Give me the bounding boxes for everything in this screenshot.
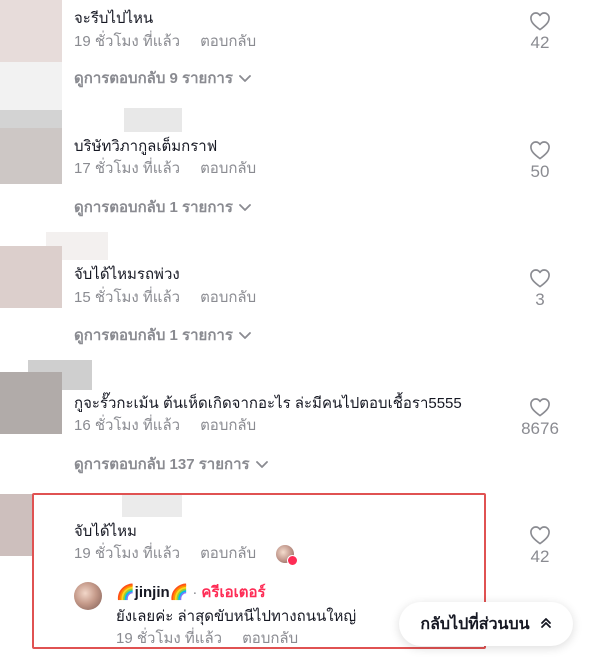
chevron-down-icon bbox=[255, 455, 268, 475]
comment-text: จับได้ไหมรถพ่วง bbox=[74, 266, 180, 283]
comment-meta: 19 ชั่วโมง ที่แล้ว ตอบกลับ bbox=[74, 32, 256, 52]
avatar[interactable] bbox=[0, 128, 62, 184]
comment-text: จับได้ไหม bbox=[74, 523, 137, 540]
reply-button[interactable]: ตอบกลับ bbox=[200, 545, 256, 562]
chevron-down-icon bbox=[238, 69, 251, 89]
comment-time: 17 ชั่วโมง ที่แล้ว bbox=[74, 160, 181, 177]
view-replies-button[interactable]: ดูการตอบกลับ 1 รายการ bbox=[74, 326, 251, 346]
view-replies-label: ดูการตอบกลับ 1 รายการ bbox=[74, 327, 233, 344]
like-count: 42 bbox=[530, 547, 550, 566]
creator-avatar[interactable] bbox=[74, 582, 102, 610]
back-to-top-button[interactable]: กลับไปที่ส่วนบน bbox=[399, 602, 573, 646]
avatar[interactable] bbox=[0, 372, 62, 434]
like-count: 50 bbox=[530, 162, 550, 181]
reply-time: 19 ชั่วโมง ที่แล้ว bbox=[116, 630, 223, 647]
avatar bbox=[124, 108, 182, 132]
chevron-down-icon bbox=[238, 326, 251, 346]
heart-icon bbox=[530, 526, 550, 545]
reply-button[interactable]: ตอบกลับ bbox=[200, 33, 256, 50]
reply-button[interactable]: ตอบกลับ bbox=[242, 630, 298, 647]
avatar bbox=[0, 62, 62, 110]
heart-icon bbox=[530, 141, 550, 160]
chevrons-up-icon bbox=[540, 617, 552, 632]
like-button[interactable]: 8676 bbox=[510, 397, 570, 439]
chevron-down-icon bbox=[238, 198, 251, 218]
reply-button[interactable]: ตอบกลับ bbox=[200, 417, 256, 434]
reply-button[interactable]: ตอบกลับ bbox=[200, 289, 256, 306]
view-replies-label: ดูการตอบกลับ 137 รายการ bbox=[74, 456, 250, 473]
separator: · bbox=[192, 584, 198, 601]
like-button[interactable]: 42 bbox=[510, 525, 570, 567]
comment-text: กูจะรั๊วกะเม้น ต้นเห็ดเกิดจากอะไร ล่ะมีค… bbox=[74, 395, 462, 412]
like-button[interactable]: 50 bbox=[510, 140, 570, 182]
comment-time: 15 ชั่วโมง ที่แล้ว bbox=[74, 289, 181, 306]
creator-badge: ครีเอเตอร์ bbox=[201, 584, 266, 601]
reply-button[interactable]: ตอบกลับ bbox=[200, 160, 256, 177]
comment-meta: 16 ชั่วโมง ที่แล้ว ตอบกลับ bbox=[74, 416, 256, 436]
view-replies-button[interactable]: ดูการตอบกลับ 137 รายการ bbox=[74, 455, 268, 475]
comment-meta: 19 ชั่วโมง ที่แล้ว ตอบกลับ bbox=[74, 544, 256, 564]
comment-meta: 15 ชั่วโมง ที่แล้ว ตอบกลับ bbox=[74, 288, 256, 308]
creator-heart-badge-icon bbox=[287, 555, 298, 566]
heart-icon bbox=[530, 398, 550, 417]
back-to-top-label: กลับไปที่ส่วนบน bbox=[420, 615, 530, 633]
heart-icon bbox=[530, 269, 550, 288]
like-count: 42 bbox=[530, 33, 550, 52]
like-button[interactable]: 3 bbox=[510, 268, 570, 310]
like-count: 8676 bbox=[521, 419, 559, 438]
view-replies-label: ดูการตอบกลับ 9 รายการ bbox=[74, 70, 233, 87]
avatar[interactable] bbox=[0, 494, 34, 556]
comment-text: บริษัทวิภากูลเต็มกราฟ bbox=[74, 138, 218, 155]
comment-text: จะรีบไปไหน bbox=[74, 10, 154, 27]
comment-time: 19 ชั่วโมง ที่แล้ว bbox=[74, 33, 181, 50]
view-replies-button[interactable]: ดูการตอบกลับ 1 รายการ bbox=[74, 198, 251, 218]
creator-name-line: 🌈jinjin🌈 · ครีเอเตอร์ bbox=[116, 583, 266, 603]
comment-meta: 17 ชั่วโมง ที่แล้ว ตอบกลับ bbox=[74, 159, 256, 179]
comment-time: 16 ชั่วโมง ที่แล้ว bbox=[74, 417, 181, 434]
creator-reply-meta: 19 ชั่วโมง ที่แล้ว ตอบกลับ bbox=[116, 629, 298, 649]
heart-icon bbox=[530, 12, 550, 31]
view-replies-button[interactable]: ดูการตอบกลับ 9 รายการ bbox=[74, 69, 251, 89]
creator-reply-text: ยังเลยค่ะ ล่าสุดขับหนีไปทางถนนใหญ่ bbox=[116, 608, 357, 625]
avatar[interactable] bbox=[0, 0, 62, 62]
avatar[interactable] bbox=[0, 246, 62, 308]
creator-username[interactable]: 🌈jinjin🌈 bbox=[116, 584, 188, 601]
like-button[interactable]: 42 bbox=[510, 11, 570, 53]
view-replies-label: ดูการตอบกลับ 1 รายการ bbox=[74, 199, 233, 216]
like-count: 3 bbox=[535, 290, 545, 309]
comment-time: 19 ชั่วโมง ที่แล้ว bbox=[74, 545, 181, 562]
